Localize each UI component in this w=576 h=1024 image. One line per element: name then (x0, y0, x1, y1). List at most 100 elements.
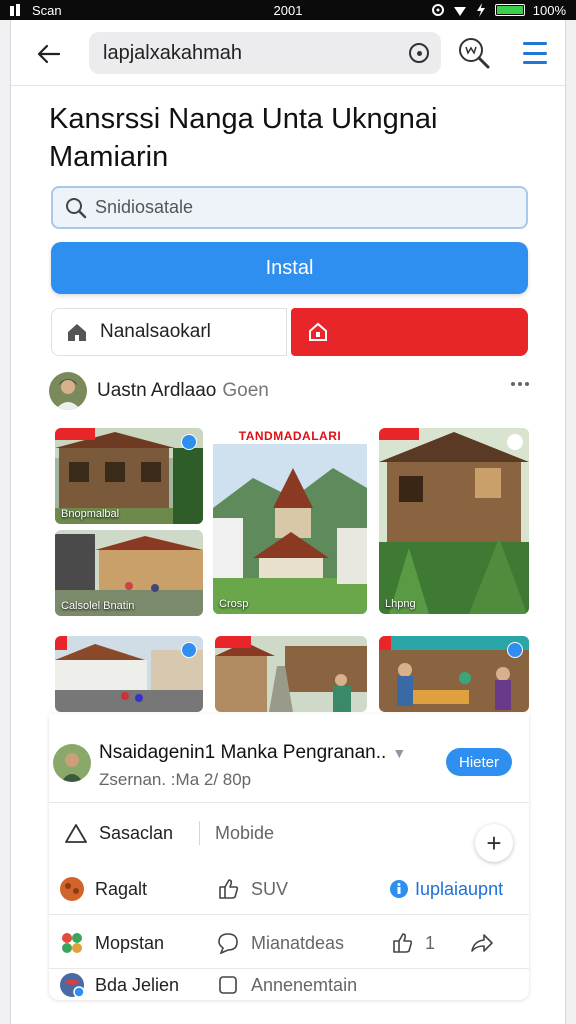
segment-right-button[interactable] (291, 308, 528, 356)
action-thumbs-up[interactable]: 1 (389, 930, 435, 956)
verified-icon: ▼ (392, 745, 407, 761)
battery-percent: 100% (532, 2, 566, 18)
avatar[interactable] (49, 372, 87, 410)
info-badge (181, 642, 197, 658)
tag-flag (215, 636, 251, 648)
gallery-photo[interactable] (379, 636, 529, 712)
post-card: Nsaidagenin1 Manka Pengranan.. ▼ Zsernan.… (49, 714, 529, 1000)
action-row: Sasaclan Mobide (49, 808, 529, 858)
page-title: Kansrssi Nanga Unta Ukngnai Mamiarin (49, 103, 438, 173)
action-sasaclan[interactable]: Sasaclan (63, 820, 173, 846)
add-button[interactable]: + (475, 824, 513, 862)
thumbs-up-icon (389, 930, 415, 956)
menu-icon-line (523, 51, 547, 55)
menu-button[interactable] (523, 42, 547, 64)
like-count: 1 (425, 932, 436, 953)
divider (199, 821, 200, 845)
status-right: 100% (431, 3, 566, 18)
avatar-image (53, 744, 91, 782)
action-suv[interactable]: SUV (215, 876, 288, 902)
gallery-photo[interactable]: Calsolel Bnatin (55, 530, 203, 616)
share-button[interactable] (469, 930, 505, 956)
gallery-photo[interactable] (55, 636, 203, 712)
signal-icon (10, 4, 20, 16)
author-row: Uastn Ardlaao Goen (49, 370, 529, 412)
post-title[interactable]: Nsaidagenin1 Manka Pengranan.. ▼ (99, 742, 406, 764)
action-mobide[interactable]: Mobide (215, 823, 274, 844)
home-icon (68, 324, 86, 341)
temple-photo (213, 428, 367, 614)
action-mopstan[interactable]: Mopstan (59, 930, 164, 956)
more-dot (511, 382, 515, 386)
menu-icon-line (523, 61, 547, 64)
globe-icon (59, 972, 85, 998)
action-link[interactable]: Iuplaiaupnt (389, 876, 503, 902)
flower-icon (59, 930, 85, 956)
action-label: Mopstan (95, 932, 165, 953)
avatar[interactable] (53, 744, 91, 782)
filter-button[interactable]: Hieter (446, 748, 512, 776)
photo-gallery: Bnopmalbal TANDMADALARI Crosp Lhpng Cals… (49, 422, 529, 712)
action-label: Mobide (215, 822, 275, 843)
action-ragalt[interactable]: Ragalt (59, 876, 147, 902)
back-button[interactable] (33, 38, 65, 70)
action-label: Sasaclan (99, 822, 174, 843)
status-bar: Scan 2001 100% (0, 0, 576, 20)
menu-icon-line (523, 42, 547, 45)
gallery-photo[interactable]: TANDMADALARI Crosp (213, 428, 367, 614)
action-annenemtain[interactable]: Annenemtain (215, 972, 357, 998)
more-dot (518, 382, 522, 386)
more-options-button[interactable] (511, 382, 529, 386)
target-icon[interactable] (409, 43, 429, 63)
search-icon (459, 38, 490, 69)
gallery-photo[interactable] (215, 636, 367, 712)
segment-left-button[interactable]: Nanalsaokarl (51, 308, 287, 356)
action-label: SUV (251, 878, 289, 899)
tag-flag (379, 428, 419, 440)
search-button[interactable] (457, 36, 491, 70)
back-arrow-icon (37, 44, 61, 64)
photo-caption: Bnopmalbal (61, 508, 120, 520)
info-badge (507, 434, 523, 450)
action-row: Bda Jelien Annenemtain (49, 968, 529, 1002)
like-icon (215, 876, 241, 902)
action-bda-jelien[interactable]: Bda Jelien (59, 972, 179, 998)
checkbox-icon (215, 972, 241, 998)
app-window: lapjalxakahmah Kansrssi Nanga Unta Ukngn… (10, 20, 566, 1024)
gallery-photo[interactable]: Bnopmalbal (55, 428, 203, 524)
battery-fill (496, 6, 523, 14)
gallery-photo[interactable]: Lhpng (379, 428, 529, 614)
search-input[interactable]: Snidiosatale (51, 186, 528, 229)
battery-icon (494, 4, 525, 16)
house-icon (309, 322, 327, 341)
share-icon (469, 930, 495, 956)
more-dot (525, 382, 529, 386)
install-button[interactable]: Instal (51, 242, 528, 294)
action-label: Ragalt (95, 878, 148, 899)
action-comment[interactable]: Mianatdeas (215, 930, 344, 956)
status-left-text: Scan (32, 2, 62, 18)
alarm-icon (431, 4, 444, 16)
tag-flag (379, 636, 391, 650)
info-icon (389, 876, 409, 902)
wifi-icon (453, 7, 466, 16)
photo-caption: Lhpng (385, 598, 416, 610)
search-placeholder: Snidiosatale (95, 197, 194, 217)
search-icon (66, 197, 87, 218)
post-header: Nsaidagenin1 Manka Pengranan.. ▼ Zsernan.… (53, 718, 529, 789)
stilt-house-photo (379, 428, 529, 614)
action-row: Mopstan Mianatdeas 1 (49, 918, 529, 968)
plus-icon: + (486, 827, 502, 858)
status-left: Scan (10, 3, 62, 18)
action-row: Ragalt SUV Iuplaiaupnt (49, 864, 529, 914)
action-label: Annenemtain (251, 974, 358, 995)
tag-flag (55, 636, 67, 650)
url-field[interactable]: lapjalxakahmah (89, 32, 441, 74)
author-name[interactable]: Uastn Ardlaao (97, 380, 216, 402)
info-badge (181, 434, 197, 450)
photo-banner: TANDMADALARI (213, 428, 367, 444)
photo-caption: Calsolel Bnatin (61, 600, 135, 612)
author-sub: Goen (222, 380, 269, 401)
segment-left-label: Nanalsaokarl (100, 321, 211, 342)
comment-icon (215, 930, 241, 956)
